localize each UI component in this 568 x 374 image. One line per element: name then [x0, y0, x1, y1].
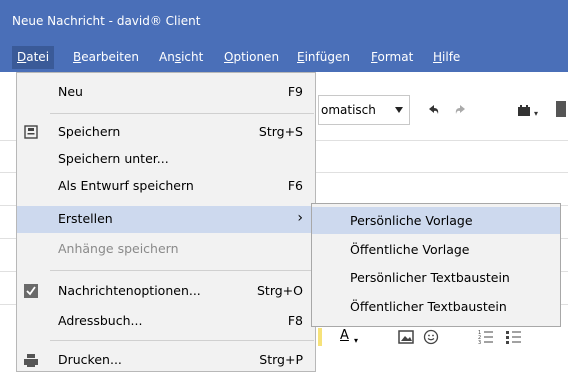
window-title: Neue Nachricht - david® Client [12, 14, 201, 28]
menu-ansicht[interactable]: Ansicht [159, 50, 203, 64]
menu-item-neu[interactable]: Neu F9 [17, 79, 315, 106]
menu-item-label: Drucken... [58, 352, 122, 367]
checkbox-icon [24, 284, 38, 298]
menu-separator [50, 270, 314, 271]
menu-item-label: Anhänge speichern [58, 241, 179, 256]
datei-menu: Neu F9 Speichern Strg+S Speichern unter.… [16, 72, 316, 372]
chevron-right-icon: › [297, 210, 303, 226]
submenu-item-label: Öffentliche Vorlage [350, 242, 470, 257]
menu-item-shortcut: Strg+S [258, 124, 303, 139]
toolbar: omatisch ▾ [318, 95, 568, 129]
chevron-down-icon[interactable]: ▾ [354, 336, 358, 345]
image-icon[interactable] [398, 330, 414, 344]
menu-separator [50, 340, 314, 341]
svg-text:3: 3 [478, 340, 481, 345]
menu-separator [50, 113, 314, 114]
menu-item-als-entwurf[interactable]: Als Entwurf speichern F6 [17, 173, 315, 200]
menu-item-label: Adressbuch... [58, 313, 143, 328]
menu-item-shortcut: F6 [287, 178, 303, 193]
menu-item-shortcut: Strg+O [256, 283, 303, 298]
smiley-icon[interactable] [423, 329, 439, 345]
submenu-item-persoenliche-vorlage[interactable]: Persönliche Vorlage [312, 207, 560, 234]
menu-item-shortcut: Strg+P [259, 352, 303, 367]
save-icon [24, 125, 38, 139]
menu-item-label: Speichern unter... [58, 151, 169, 166]
combo-value: omatisch [321, 103, 376, 117]
bullet-list-icon[interactable] [506, 329, 522, 345]
submenu-item-oeffentliche-vorlage[interactable]: Öffentliche Vorlage [312, 236, 560, 263]
menu-item-drucken[interactable]: Drucken... Strg+P [17, 347, 315, 374]
title-bar: Neue Nachricht - david® Client [0, 0, 568, 43]
format-bar: A ▾ 123 [318, 322, 568, 362]
menu-item-label: Neu [58, 84, 83, 99]
undo-icon[interactable] [426, 103, 440, 117]
menu-item-nachrichtenoptionen[interactable]: Nachrichtenoptionen... Strg+O [17, 278, 315, 305]
menu-item-anhaenge-speichern: Anhänge speichern [17, 236, 315, 263]
menu-einfuegen[interactable]: Einfügen [297, 50, 350, 64]
menu-item-label: Nachrichtenoptionen... [58, 283, 201, 298]
menu-optionen[interactable]: Optionen [224, 50, 279, 64]
highlight-color-swatch [318, 328, 322, 346]
menu-item-adressbuch[interactable]: Adressbuch... F8 [17, 308, 315, 335]
chevron-down-icon[interactable]: ▾ [534, 109, 538, 118]
menu-item-speichern[interactable]: Speichern Strg+S [17, 119, 315, 146]
font-color-icon[interactable]: A [340, 328, 349, 343]
numbered-list-icon[interactable]: 123 [478, 329, 494, 345]
auto-combo[interactable]: omatisch [318, 95, 410, 125]
menu-item-shortcut: F9 [287, 84, 303, 99]
submenu-item-label: Persönliche Vorlage [350, 213, 473, 228]
calendar-icon[interactable] [516, 103, 532, 117]
chevron-down-icon [395, 107, 403, 113]
printer-icon [24, 354, 38, 367]
menu-bearbeiten[interactable]: Bearbeiten [73, 50, 139, 64]
menu-item-erstellen[interactable]: Erstellen › [17, 206, 315, 233]
redo-icon[interactable] [454, 103, 468, 117]
menu-item-label: Erstellen [58, 211, 113, 226]
menu-datei[interactable]: Datei [12, 46, 55, 69]
toolbar-icon[interactable] [556, 101, 566, 117]
erstellen-submenu: Persönliche Vorlage Öffentliche Vorlage … [311, 203, 561, 327]
menu-format[interactable]: Format [371, 50, 413, 64]
menu-bar: Datei Bearbeiten Ansicht Optionen Einfüg… [0, 43, 568, 72]
menu-hilfe[interactable]: Hilfe [433, 50, 460, 64]
menu-item-label: Speichern [58, 124, 121, 139]
submenu-item-label: Öffentlicher Textbaustein [350, 299, 507, 314]
menu-item-shortcut: F8 [287, 313, 303, 328]
submenu-item-label: Persönlicher Textbaustein [350, 270, 510, 285]
menu-item-label: Als Entwurf speichern [58, 178, 194, 193]
submenu-item-persoenlicher-textbaustein[interactable]: Persönlicher Textbaustein [312, 264, 560, 291]
submenu-item-oeffentlicher-textbaustein[interactable]: Öffentlicher Textbaustein [312, 293, 560, 320]
menu-item-speichern-unter[interactable]: Speichern unter... [17, 146, 315, 173]
